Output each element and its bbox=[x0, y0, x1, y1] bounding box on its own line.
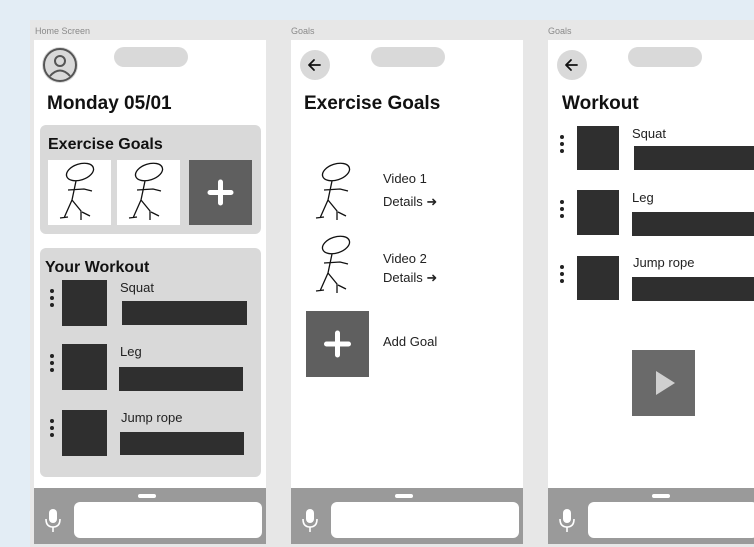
details-label: Details bbox=[383, 270, 423, 285]
exercise-progress-bar bbox=[632, 212, 754, 236]
drag-handle-icon[interactable] bbox=[560, 265, 564, 286]
arrow-left-icon bbox=[565, 59, 578, 71]
play-button[interactable] bbox=[632, 350, 695, 416]
message-input[interactable] bbox=[331, 502, 519, 538]
drag-handle-icon[interactable] bbox=[50, 354, 54, 375]
exercise-progress-bar bbox=[122, 301, 247, 325]
play-icon bbox=[656, 371, 675, 395]
drag-handle-icon[interactable] bbox=[560, 135, 564, 156]
back-button[interactable] bbox=[557, 50, 587, 80]
exercise-label: Leg bbox=[632, 190, 654, 205]
goal-video-thumbnail[interactable] bbox=[303, 233, 368, 298]
exercise-thumbnail[interactable] bbox=[62, 410, 107, 456]
user-avatar-icon[interactable] bbox=[42, 47, 78, 83]
frame-label-home: Home Screen bbox=[35, 26, 91, 36]
microphone-icon[interactable] bbox=[299, 506, 321, 539]
exercise-goals-card[interactable]: Exercise Goals bbox=[40, 125, 261, 234]
card-title: Your Workout bbox=[45, 259, 150, 276]
exercise-label: Squat bbox=[632, 126, 666, 141]
frame-label-workout: Goals bbox=[548, 26, 572, 36]
microphone-icon[interactable] bbox=[42, 506, 64, 539]
exercise-progress-bar bbox=[632, 277, 754, 301]
exercise-thumbnail[interactable] bbox=[62, 280, 107, 326]
stick-figure-icon bbox=[315, 162, 351, 220]
goal-details-link[interactable]: Details ➜ bbox=[383, 194, 437, 210]
stick-figure-icon bbox=[315, 235, 351, 293]
stick-figure-icon bbox=[128, 162, 164, 220]
exercise-thumbnail[interactable] bbox=[577, 256, 619, 300]
goal-video-thumbnail[interactable] bbox=[48, 160, 111, 225]
search-pill[interactable] bbox=[114, 47, 188, 67]
bottom-bar bbox=[34, 488, 266, 544]
bottom-bar bbox=[548, 488, 754, 544]
microphone-icon[interactable] bbox=[556, 506, 578, 539]
workout-screen: Workout Squat Leg Jump rope bbox=[548, 40, 754, 544]
goals-screen: Exercise Goals Video 1 Details ➜ Video 2… bbox=[291, 40, 523, 544]
goal-details-link[interactable]: Details ➜ bbox=[383, 270, 437, 286]
plus-icon bbox=[207, 179, 234, 206]
add-goal-button[interactable] bbox=[306, 311, 369, 377]
drag-handle-icon[interactable] bbox=[560, 200, 564, 221]
exercise-thumbnail[interactable] bbox=[577, 190, 619, 235]
your-workout-card: Your Workout Squat Leg Jump rope bbox=[40, 248, 261, 477]
drag-handle-icon[interactable] bbox=[50, 419, 54, 440]
drag-handle-icon[interactable] bbox=[50, 289, 54, 310]
exercise-label: Leg bbox=[120, 344, 142, 359]
exercise-progress-bar bbox=[119, 367, 243, 391]
add-goal-button[interactable] bbox=[189, 160, 252, 225]
back-button[interactable] bbox=[300, 50, 330, 80]
message-input[interactable] bbox=[588, 502, 754, 538]
plus-icon bbox=[324, 330, 351, 358]
details-label: Details bbox=[383, 194, 423, 209]
home-indicator bbox=[652, 494, 670, 498]
home-indicator bbox=[395, 494, 413, 498]
exercise-thumbnail[interactable] bbox=[62, 344, 107, 390]
exercise-label: Squat bbox=[120, 280, 154, 295]
exercise-label: Jump rope bbox=[121, 410, 183, 425]
arrow-right-icon: ➜ bbox=[426, 270, 438, 285]
page-title: Exercise Goals bbox=[304, 93, 441, 114]
home-screen: Monday 05/01 Exercise Goals Your Workout… bbox=[34, 40, 266, 544]
card-title: Exercise Goals bbox=[48, 136, 163, 153]
home-indicator bbox=[138, 494, 156, 498]
arrow-right-icon: ➜ bbox=[426, 194, 438, 209]
goal-video-thumbnail[interactable] bbox=[117, 160, 180, 225]
message-input[interactable] bbox=[74, 502, 262, 538]
exercise-label: Jump rope bbox=[633, 255, 695, 270]
arrow-left-icon bbox=[308, 59, 321, 71]
search-pill[interactable] bbox=[628, 47, 702, 67]
exercise-progress-bar bbox=[120, 432, 244, 455]
exercise-progress-bar bbox=[634, 146, 754, 170]
stick-figure-icon bbox=[59, 162, 95, 220]
exercise-thumbnail[interactable] bbox=[577, 126, 619, 170]
goal-name: Video 2 bbox=[383, 251, 427, 266]
goal-name: Video 1 bbox=[383, 171, 427, 186]
page-title: Workout bbox=[562, 93, 639, 114]
frame-label-goals: Goals bbox=[291, 26, 315, 36]
add-goal-label[interactable]: Add Goal bbox=[383, 334, 437, 349]
search-pill[interactable] bbox=[371, 47, 445, 67]
bottom-bar bbox=[291, 488, 523, 544]
goal-video-thumbnail[interactable] bbox=[303, 160, 368, 225]
page-title: Monday 05/01 bbox=[47, 93, 172, 114]
